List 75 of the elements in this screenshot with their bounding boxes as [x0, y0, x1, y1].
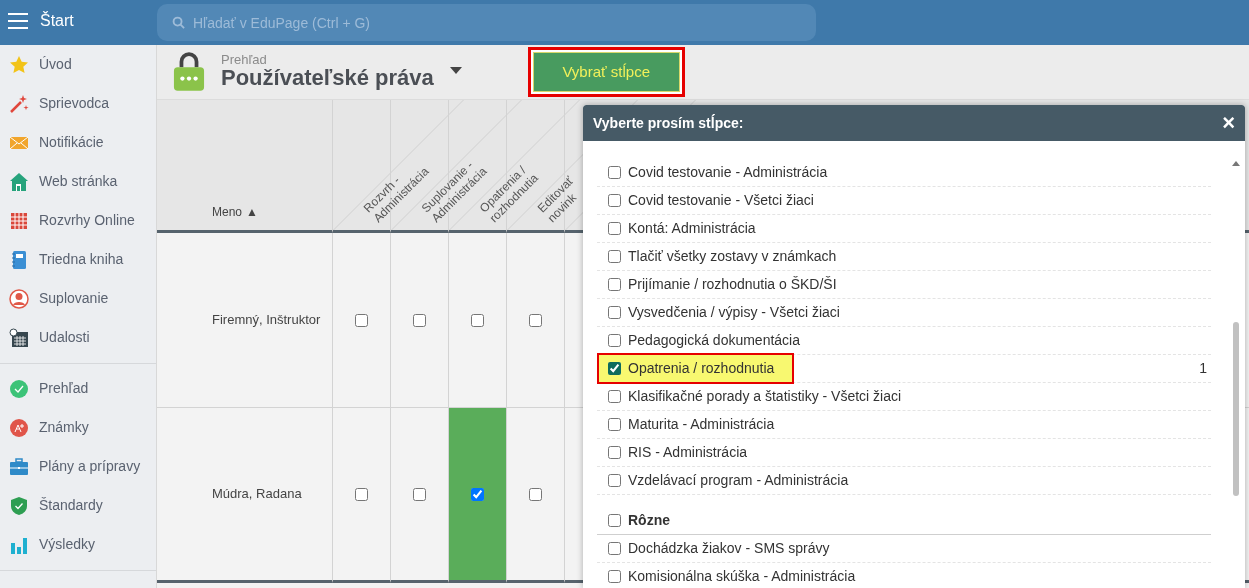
- permission-checkbox[interactable]: [355, 313, 368, 327]
- sidebar-item[interactable]: Známky: [0, 408, 156, 447]
- column-option[interactable]: Kontá: Administrácia: [628, 218, 756, 239]
- calendar-clock-icon: [9, 327, 29, 348]
- sidebar-item[interactable]: Štandardy: [0, 486, 156, 525]
- column-option[interactable]: Covid testovanie - Administrácia: [628, 162, 828, 183]
- menu-label[interactable]: Štart: [40, 9, 74, 33]
- count-label: 1: [1199, 359, 1207, 378]
- sidebar-item[interactable]: Sprievodca: [0, 84, 156, 123]
- sidebar-item[interactable]: Suplovanie: [0, 279, 156, 318]
- column-checkbox[interactable]: [608, 390, 621, 403]
- column-checkbox[interactable]: [608, 474, 621, 487]
- sidebar-item[interactable]: Triedna kniha: [0, 240, 156, 279]
- column-checkbox[interactable]: [608, 166, 621, 179]
- column-checkbox[interactable]: [608, 334, 621, 347]
- column-option[interactable]: RIS - Administrácia: [628, 442, 748, 463]
- column-header[interactable]: Meno: [212, 203, 243, 221]
- column-checkbox[interactable]: [608, 278, 621, 291]
- group-checkbox[interactable]: [608, 514, 621, 527]
- column-option[interactable]: Maturita - Administrácia: [628, 414, 775, 435]
- caret-icon: [449, 66, 462, 74]
- sidebar-item[interactable]: Úvod: [0, 45, 156, 84]
- table-cell: Múdra, Radana: [157, 408, 332, 583]
- column-option[interactable]: Dochádzka žiakov - SMS správy: [628, 538, 830, 559]
- group-label[interactable]: Rôzne: [628, 510, 670, 531]
- column-checkbox[interactable]: [608, 250, 621, 263]
- sidebar-item[interactable]: Rozvrhy Online: [0, 201, 156, 240]
- column-option[interactable]: Klasifikačné porady a štatistiky - Všetci žiaci: [628, 386, 902, 407]
- column-option[interactable]: Komisionálna skúška - Administrácia: [628, 566, 856, 587]
- permission-checkbox[interactable]: [471, 487, 484, 501]
- permission-checkbox[interactable]: [355, 487, 368, 501]
- column-checkbox[interactable]: [608, 542, 621, 555]
- column-checkbox[interactable]: [608, 362, 621, 375]
- person-icon: [9, 288, 29, 309]
- dialog-title: Vyberte prosím stĺpce:: [593, 113, 744, 133]
- column-checkbox[interactable]: [608, 418, 621, 431]
- sort-indicator: ▲: [246, 204, 258, 221]
- search-field[interactable]: Hľadať v EduPage (Ctrl + G): [157, 4, 816, 41]
- house-icon: [9, 171, 29, 192]
- sidebar-item[interactable]: Udalosti: [0, 318, 156, 357]
- column-checkbox[interactable]: [608, 306, 621, 319]
- permission-checkbox[interactable]: [471, 313, 484, 327]
- permission-checkbox[interactable]: [413, 313, 426, 327]
- column-checkbox[interactable]: [608, 570, 621, 583]
- permission-checkbox[interactable]: [413, 487, 426, 501]
- column-option[interactable]: Tlačiť všetky zostavy v známkach: [628, 246, 837, 267]
- table-cell: Firemný, Inštruktor: [157, 233, 332, 408]
- close-button[interactable]: ×: [1222, 112, 1235, 134]
- magic-wand-icon: [9, 93, 29, 114]
- column-checkbox[interactable]: [608, 446, 621, 459]
- permission-checkbox[interactable]: [529, 313, 542, 327]
- column-option[interactable]: Opatrenia / rozhodnutia: [628, 358, 775, 379]
- sidebar-item[interactable]: Plány a prípravy: [0, 447, 156, 486]
- sidebar-item[interactable]: Web stránka: [0, 162, 156, 201]
- calendar-grid-icon: [9, 210, 29, 231]
- permission-checkbox[interactable]: [529, 487, 542, 501]
- column-option[interactable]: Vzdelávací program - Administrácia: [628, 470, 849, 491]
- sidebar-item[interactable]: Notifikácie: [0, 123, 156, 162]
- sidebar-item[interactable]: Prehľad: [0, 369, 156, 408]
- check-circle-icon: [9, 378, 29, 399]
- sidebar-item[interactable]: Výsledky: [0, 525, 156, 564]
- page-title: Používateľské práva: [221, 66, 434, 91]
- column-option[interactable]: Pedagogická dokumentácia: [628, 330, 800, 351]
- column-option[interactable]: Vysvedčenia / výpisy - Všetci žiaci: [628, 302, 840, 323]
- star-icon: [9, 54, 29, 75]
- menu-icon: [8, 13, 28, 29]
- grade-circle-icon: [9, 417, 29, 438]
- column-checkbox[interactable]: [608, 222, 621, 235]
- lock-icon: [173, 51, 205, 93]
- column-checkbox[interactable]: [608, 194, 621, 207]
- column-option[interactable]: Covid testovanie - Všetci žiaci: [628, 190, 814, 211]
- shield-icon: [9, 495, 29, 516]
- column-option[interactable]: Prijímanie / rozhodnutia o ŠKD/ŠI: [628, 274, 837, 295]
- notebook-icon: [9, 249, 29, 270]
- briefcase-icon: [9, 456, 29, 477]
